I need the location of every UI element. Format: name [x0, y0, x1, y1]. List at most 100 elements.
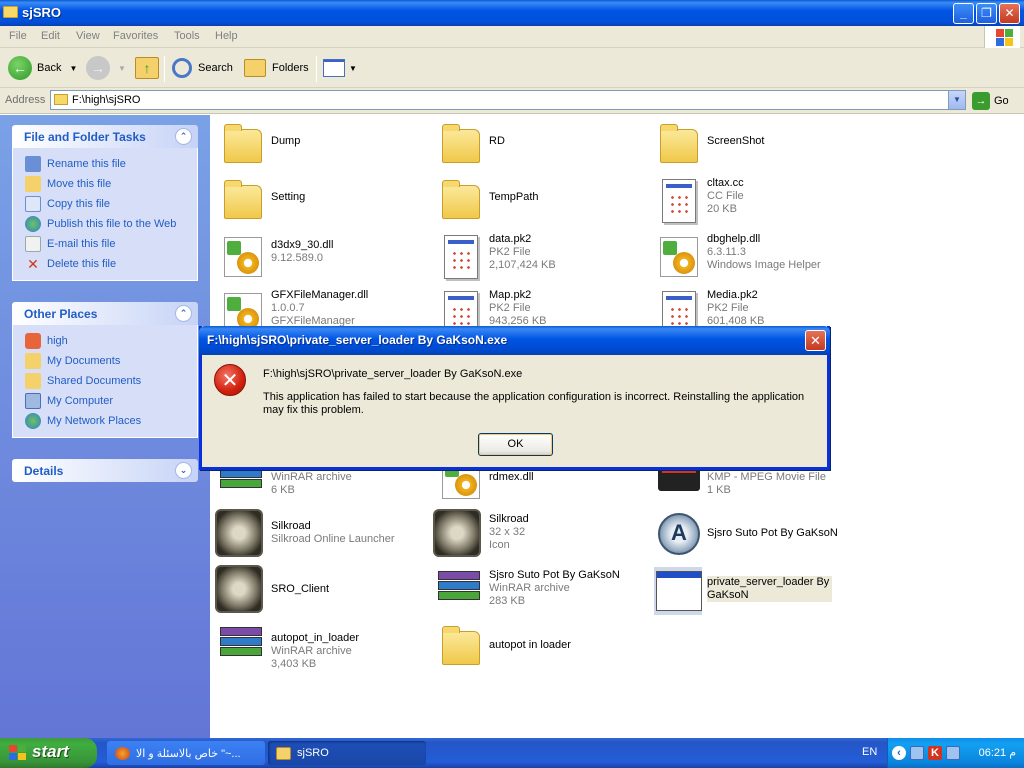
forward-button[interactable]: → ▼ [86, 54, 126, 82]
file-type: WinRAR archive [271, 645, 352, 657]
file-type: WinRAR archive [489, 582, 570, 594]
file-type: WinRAR archive [271, 471, 352, 483]
antivirus-icon[interactable]: K [928, 746, 942, 760]
email-file-link[interactable]: E-mail this file [13, 234, 197, 254]
file-item[interactable]: cltax.cc CC File 20 KB [650, 173, 860, 229]
menu-tools[interactable]: Tools [174, 30, 200, 42]
file-item[interactable]: d3dx9_30.dll 9.12.589.0 [214, 229, 424, 285]
panel-header[interactable]: Other Places ⌃ [12, 302, 198, 325]
my-documents-icon [25, 353, 41, 369]
title-bar[interactable]: sjSRO _ ❐ ✕ [0, 0, 1024, 26]
ok-button[interactable]: OK [478, 433, 553, 456]
go-button[interactable]: → Go [972, 92, 1009, 110]
maximize-button[interactable]: ❐ [976, 3, 997, 24]
file-item[interactable]: data.pk2 PK2 File 2,107,424 KB [432, 229, 642, 285]
file-name: dbghelp.dll [707, 233, 761, 245]
file-item[interactable]: autopot in loader [432, 619, 642, 675]
collapse-icon[interactable]: ⌃ [175, 128, 192, 145]
close-button[interactable]: ✕ [999, 3, 1020, 24]
panel-header[interactable]: Details ⌄ [12, 459, 198, 482]
taskbar-button-sjsro[interactable]: sjSRO [268, 741, 426, 765]
file-size: 6 KB [271, 484, 295, 496]
dialog-path: F:\high\sjSRO\private_server_loader By G… [263, 368, 523, 380]
copy-file-link[interactable]: Copy this file [13, 194, 197, 214]
file-item[interactable]: dbghelp.dll 6.3.11.3 Windows Image Helper [650, 229, 860, 285]
taskbar-button-firefox[interactable]: خاص بالاسئلة و الا "~... [107, 741, 265, 765]
network-icon [25, 413, 41, 429]
file-item-selected[interactable]: private_server_loader By GaKsoN [650, 563, 860, 619]
dialog-title-bar[interactable]: F:\high\sjSRO\private_server_loader By G… [199, 326, 830, 355]
file-item[interactable]: Silkroad Silkroad Online Launcher [214, 507, 424, 563]
go-label: Go [994, 95, 1009, 107]
file-item[interactable]: SRO_Client [214, 563, 424, 619]
folders-icon [244, 59, 266, 77]
file-name: RD [489, 135, 505, 147]
dll-gear-icon [224, 237, 262, 277]
dialog-close-button[interactable]: ✕ [805, 330, 826, 351]
tray-expand-icon[interactable]: ‹ [892, 746, 906, 760]
back-button[interactable]: ← Back ▼ [8, 54, 77, 82]
panel-title: File and Folder Tasks [24, 130, 146, 144]
address-dropdown-button[interactable]: ▼ [948, 91, 965, 109]
start-button[interactable]: start [0, 738, 97, 768]
file-item[interactable]: Setting [214, 173, 424, 229]
envelope-icon [25, 236, 41, 252]
menu-file[interactable]: File [9, 30, 27, 42]
file-version: 9.12.589.0 [271, 252, 323, 264]
application-window-icon [656, 571, 702, 611]
file-item[interactable]: Dump [214, 117, 424, 173]
windows-logo-icon [9, 745, 27, 761]
clock[interactable]: 06:21 م [979, 746, 1016, 759]
computer-icon [25, 393, 41, 409]
collapse-icon[interactable]: ⌃ [175, 305, 192, 322]
network-icon[interactable] [946, 746, 960, 760]
other-places-panel: Other Places ⌃ high My Documents Shared … [12, 302, 198, 438]
window-title: sjSRO [22, 5, 62, 20]
link-label: Delete this file [47, 258, 117, 270]
link-label: Rename this file [47, 158, 126, 170]
file-item[interactable]: A Sjsro Suto Pot By GaKsoN [650, 507, 860, 563]
expand-icon[interactable]: ⌄ [175, 462, 192, 479]
place-shared-documents-link[interactable]: Shared Documents [13, 371, 197, 391]
file-item[interactable]: autopot_in_loader WinRAR archive 3,403 KB [214, 619, 424, 675]
folder-icon [442, 124, 480, 163]
publish-web-link[interactable]: Publish this file to the Web [13, 214, 197, 234]
file-description: Silkroad Online Launcher [271, 533, 395, 545]
views-button[interactable]: ▼ [323, 54, 357, 82]
delete-file-link[interactable]: ✕ Delete this file [13, 254, 197, 274]
panel-header[interactable]: File and Folder Tasks ⌃ [12, 125, 198, 148]
place-my-network-link[interactable]: My Network Places [13, 411, 197, 431]
place-my-computer-link[interactable]: My Computer [13, 391, 197, 411]
up-folder-button[interactable]: ↑ [135, 54, 159, 82]
document-icon [444, 235, 478, 279]
file-name: Media.pk2 [707, 289, 758, 301]
folders-button[interactable]: Folders [244, 54, 309, 82]
place-high-link[interactable]: high [13, 331, 197, 351]
file-item[interactable]: Sjsro Suto Pot By GaKsoN WinRAR archive 28… [432, 563, 642, 619]
menu-favorites[interactable]: Favorites [113, 30, 158, 42]
minimize-button[interactable]: _ [953, 3, 974, 24]
file-name: data.pk2 [489, 233, 532, 245]
place-my-documents-link[interactable]: My Documents [13, 351, 197, 371]
task-label: خاص بالاسئلة و الا "~... [136, 747, 241, 760]
address-input[interactable]: F:\high\sjSRO ▼ [50, 90, 966, 110]
file-item[interactable]: ScreenShot [650, 117, 860, 173]
search-button[interactable]: Search [172, 54, 233, 82]
file-item[interactable]: Silkroad 32 x 32 Icon [432, 507, 642, 563]
folder-icon [660, 124, 698, 163]
folder-icon [224, 124, 262, 163]
move-file-link[interactable]: Move this file [13, 174, 197, 194]
menu-edit[interactable]: Edit [41, 30, 60, 42]
file-name: GFXFileManager.dll [271, 289, 369, 301]
file-item[interactable]: TempPath [432, 173, 642, 229]
network-icon[interactable] [910, 746, 924, 760]
file-type: KMP - MPEG Movie File [707, 471, 826, 483]
menu-view[interactable]: View [76, 30, 100, 42]
file-item[interactable]: RD [432, 117, 642, 173]
rename-file-link[interactable]: Rename this file [13, 154, 197, 174]
language-indicator[interactable]: EN [862, 746, 877, 758]
folder-icon [224, 180, 262, 219]
chevron-down-icon: ▼ [69, 63, 78, 73]
menu-help[interactable]: Help [215, 30, 238, 42]
file-name: SRO_Client [271, 583, 330, 595]
